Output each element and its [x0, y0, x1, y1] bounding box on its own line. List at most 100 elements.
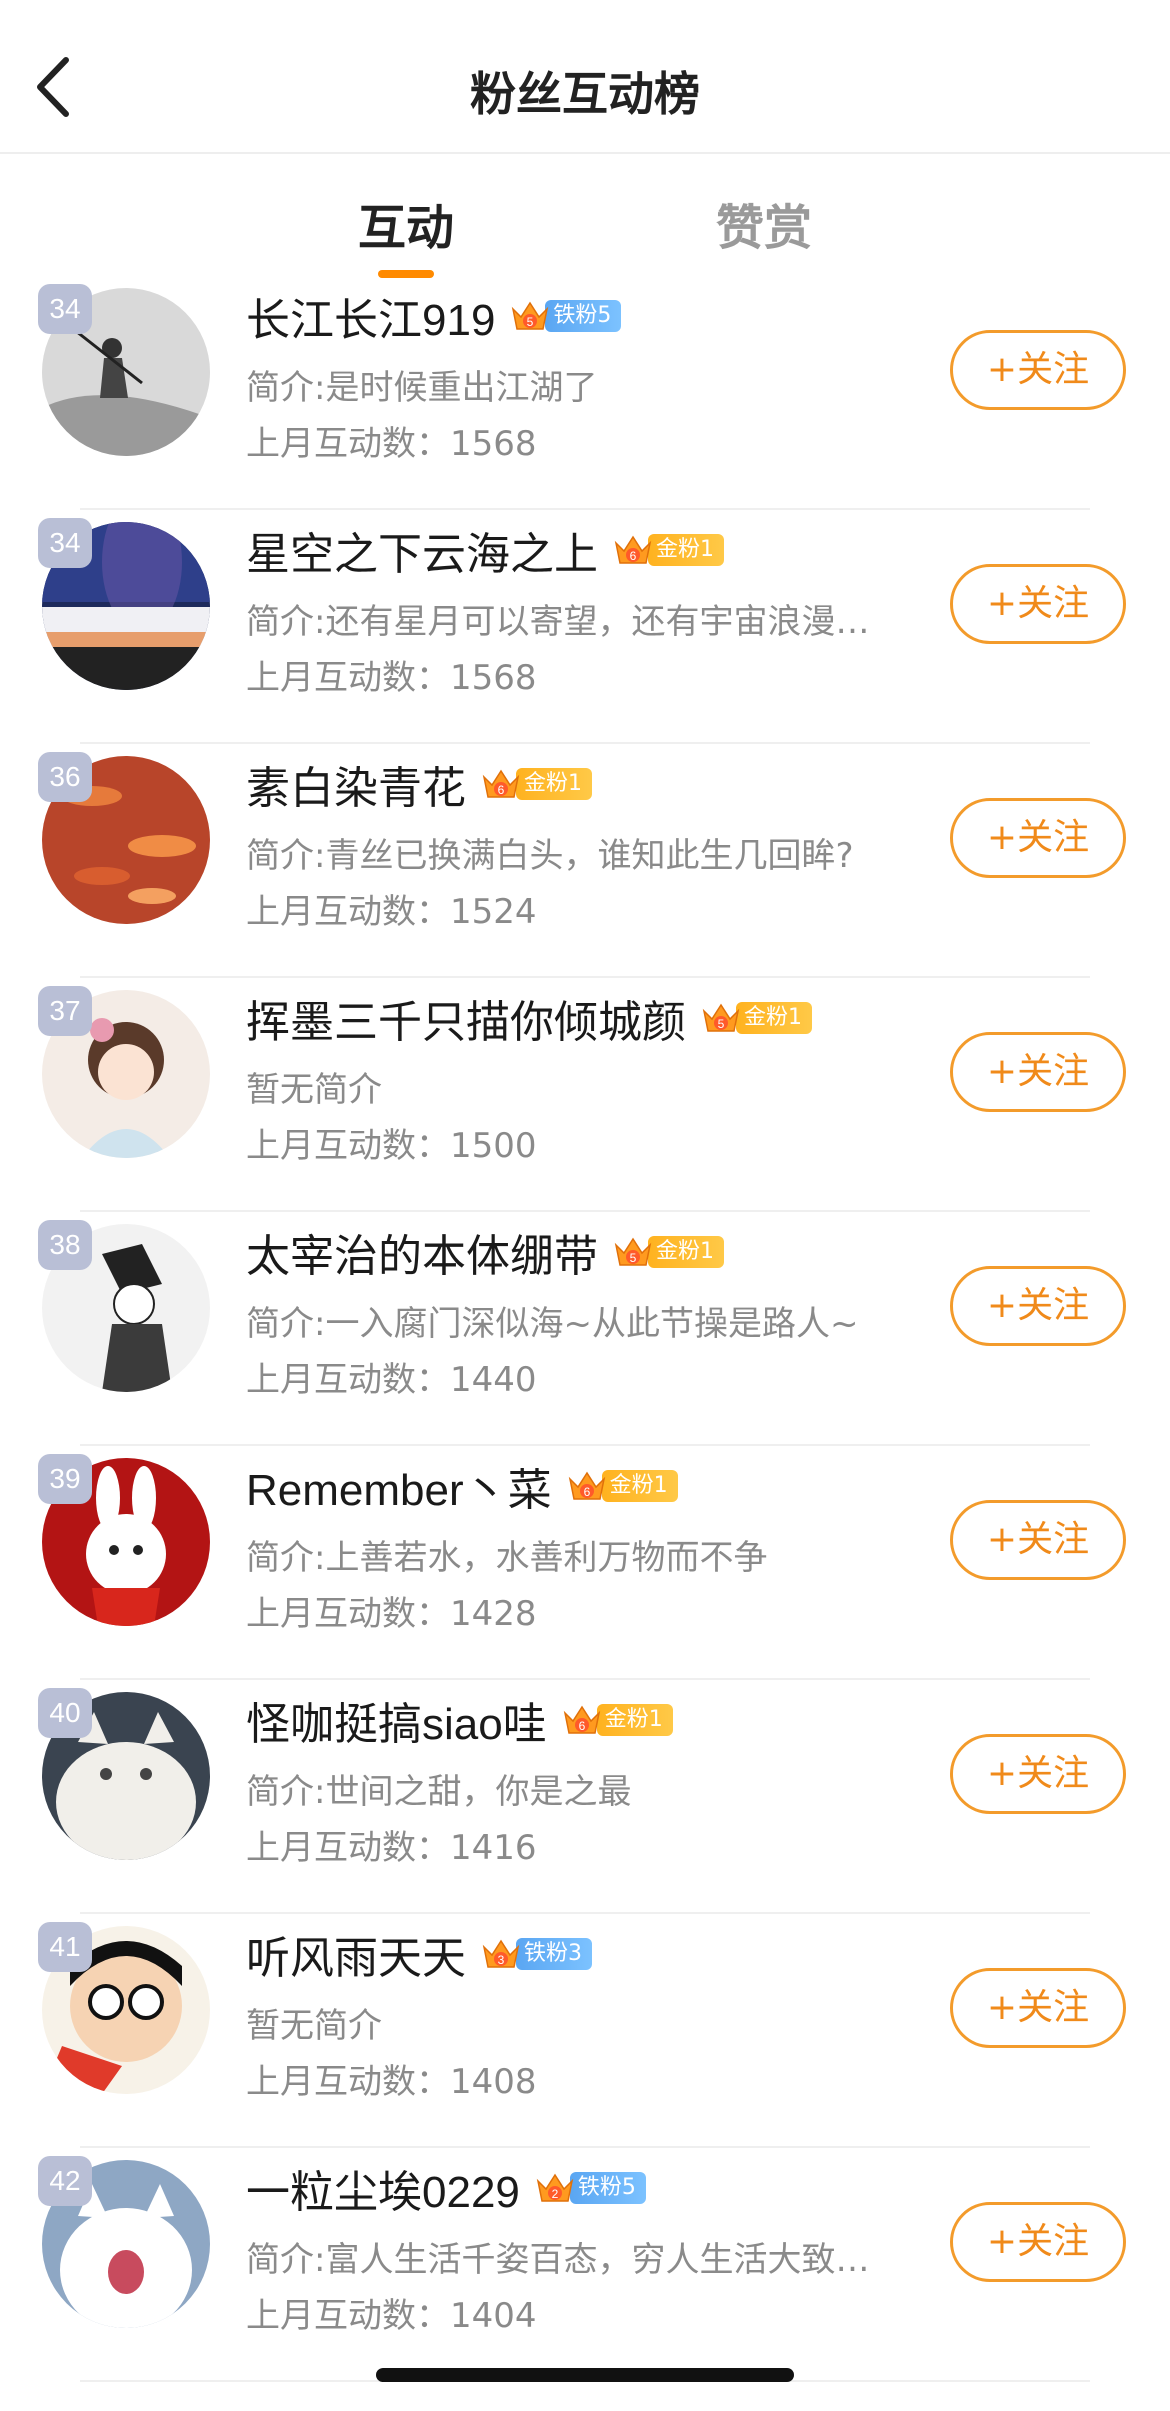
user-name[interactable]: Remember丶菜 — [246, 1454, 552, 1518]
top-nav-bar: 粉丝互动榜 — [0, 0, 1170, 154]
rank-badge: 41 — [38, 1922, 92, 1972]
badge-label: 金粉1 — [648, 1236, 724, 1268]
badge-level: 2 — [552, 2187, 559, 2201]
fan-badge: 6 金粉1 — [480, 766, 592, 802]
fan-badge: 3 铁粉3 — [480, 1936, 592, 1972]
user-name[interactable]: 太宰治的本体绷带 — [246, 1220, 598, 1284]
crown-icon: 6 — [566, 1465, 608, 1507]
follow-button[interactable]: +关注 — [950, 330, 1126, 410]
follow-button[interactable]: +关注 — [950, 1734, 1126, 1814]
badge-label: 金粉1 — [601, 1470, 678, 1502]
badge-label: 铁粉5 — [545, 300, 622, 332]
badge-level: 5 — [527, 315, 534, 329]
fan-badge: 5 铁粉5 — [509, 295, 622, 337]
home-indicator — [376, 2368, 794, 2382]
user-name[interactable]: 一粒尘埃0229 — [246, 2156, 520, 2220]
follow-button[interactable]: +关注 — [950, 1032, 1126, 1112]
badge-label: 铁粉3 — [516, 1938, 592, 1970]
rank-badge: 37 — [38, 986, 92, 1036]
user-name[interactable]: 怪咖挺搞siao哇 — [246, 1688, 547, 1752]
tab-interaction[interactable]: 互动 — [358, 188, 454, 258]
list-item[interactable]: 36 素白染青花 6 金粉1 简介:青丝已换满白头，谁知此生几回眸? 上月互动数… — [0, 738, 1170, 978]
follow-button[interactable]: +关注 — [950, 798, 1126, 878]
tab-reward[interactable]: 赞赏 — [716, 188, 812, 258]
user-bio: 简介:世间之甜，你是之最 — [246, 1772, 632, 1812]
crown-icon: 6 — [561, 1699, 603, 1741]
crown-icon: 5 — [509, 295, 551, 337]
user-name[interactable]: 听风雨天天 — [246, 1922, 466, 1986]
interaction-count: 上月互动数：1500 — [246, 1126, 537, 1166]
badge-level: 6 — [498, 783, 505, 797]
badge-label: 金粉1 — [648, 534, 724, 566]
name-line: 长江长江919 5 铁粉5 — [246, 288, 622, 345]
follow-button[interactable]: +关注 — [950, 1500, 1126, 1580]
interaction-count: 上月互动数：1440 — [246, 1360, 537, 1400]
fan-badge: 2 铁粉5 — [534, 2170, 646, 2206]
fan-badge: 6 金粉1 — [561, 1702, 673, 1738]
rank-badge: 34 — [38, 284, 92, 334]
interaction-count: 上月互动数：1568 — [246, 424, 537, 464]
user-bio: 简介:上善若水，水善利万物而不争 — [246, 1538, 768, 1578]
list-item[interactable]: 38 太宰治的本体绷带 5 金粉1 简介:一入腐门深似海~从此节操是路人~ 上月… — [0, 1206, 1170, 1446]
rank-badge: 36 — [38, 752, 92, 802]
list-item[interactable]: 34 长江长江919 5 铁粉5 简介:是时候重出江湖了 上月互动数：1568 … — [0, 270, 1170, 510]
rank-badge: 39 — [38, 1454, 92, 1504]
user-name[interactable]: 挥墨三千只描你倾城颜 — [246, 986, 686, 1050]
user-name[interactable]: 素白染青花 — [246, 752, 466, 816]
user-bio: 简介:还有星月可以寄望，还有宇宙浪漫… — [246, 602, 870, 642]
badge-label: 金粉1 — [596, 1704, 673, 1736]
list-item[interactable]: 39 Remember丶菜 6 金粉1 简介:上善若水，水善利万物而不争 上月互… — [0, 1440, 1170, 1680]
name-line: Remember丶菜 6 金粉1 — [246, 1458, 678, 1515]
name-line: 太宰治的本体绷带 5 金粉1 — [246, 1224, 724, 1281]
tab-bar: 互动 赞赏 — [0, 180, 1170, 280]
rank-badge: 40 — [38, 1688, 92, 1738]
badge-level: 6 — [578, 1719, 585, 1733]
name-line: 一粒尘埃0229 2 铁粉5 — [246, 2160, 646, 2217]
user-bio: 简介:是时候重出江湖了 — [246, 368, 598, 408]
page-title: 粉丝互动榜 — [470, 67, 700, 121]
user-bio: 暂无简介 — [246, 2006, 382, 2046]
list-item[interactable]: 42 一粒尘埃0229 2 铁粉5 简介:富人生活千姿百态，穷人生活大致… 上月… — [0, 2142, 1170, 2382]
user-name[interactable]: 星空之下云海之上 — [246, 518, 598, 582]
badge-level: 6 — [630, 549, 637, 563]
user-bio: 简介:富人生活千姿百态，穷人生活大致… — [246, 2240, 870, 2280]
follow-button[interactable]: +关注 — [950, 2202, 1126, 2282]
rank-badge: 34 — [38, 518, 92, 568]
follow-button[interactable]: +关注 — [950, 1266, 1126, 1346]
badge-label: 铁粉5 — [569, 2172, 646, 2204]
crown-icon: 5 — [700, 997, 742, 1039]
fan-badge: 5 金粉1 — [612, 1234, 724, 1270]
badge-level: 3 — [498, 1953, 505, 1967]
rank-badge: 42 — [38, 2156, 92, 2206]
crown-icon: 3 — [480, 1933, 522, 1975]
interaction-count: 上月互动数：1404 — [246, 2296, 537, 2336]
interaction-count: 上月互动数：1408 — [246, 2062, 537, 2102]
user-bio: 暂无简介 — [246, 1070, 382, 1110]
user-bio: 简介:青丝已换满白头，谁知此生几回眸? — [246, 836, 854, 876]
badge-label: 金粉1 — [516, 768, 592, 800]
list-item[interactable]: 34 星空之下云海之上 6 金粉1 简介:还有星月可以寄望，还有宇宙浪漫… 上月… — [0, 504, 1170, 744]
name-line: 听风雨天天 3 铁粉3 — [246, 1926, 592, 1983]
crown-icon: 6 — [480, 763, 522, 805]
badge-level: 5 — [630, 1251, 637, 1265]
interaction-count: 上月互动数：1568 — [246, 658, 537, 698]
crown-icon: 6 — [612, 529, 654, 571]
badge-level: 6 — [583, 1485, 590, 1499]
user-bio: 简介:一入腐门深似海~从此节操是路人~ — [246, 1304, 859, 1344]
interaction-count: 上月互动数：1416 — [246, 1828, 537, 1868]
user-name[interactable]: 长江长江919 — [246, 284, 495, 348]
name-line: 怪咖挺搞siao哇 6 金粉1 — [246, 1692, 673, 1749]
follow-button[interactable]: +关注 — [950, 1968, 1126, 2048]
interaction-count: 上月互动数：1428 — [246, 1594, 537, 1634]
rank-badge: 38 — [38, 1220, 92, 1270]
badge-level: 5 — [718, 1017, 725, 1031]
name-line: 素白染青花 6 金粉1 — [246, 756, 592, 813]
list-item[interactable]: 37 挥墨三千只描你倾城颜 5 金粉1 暂无简介 上月互动数：1500 +关注 — [0, 972, 1170, 1212]
fan-badge: 6 金粉1 — [612, 532, 724, 568]
badge-label: 金粉1 — [736, 1002, 812, 1034]
follow-button[interactable]: +关注 — [950, 564, 1126, 644]
list-item[interactable]: 41 听风雨天天 3 铁粉3 暂无简介 上月互动数：1408 +关注 — [0, 1908, 1170, 2148]
fan-badge: 5 金粉1 — [700, 1000, 812, 1036]
list-item[interactable]: 40 怪咖挺搞siao哇 6 金粉1 简介:世间之甜，你是之最 上月互动数：14… — [0, 1674, 1170, 1914]
interaction-count: 上月互动数：1524 — [246, 892, 537, 932]
